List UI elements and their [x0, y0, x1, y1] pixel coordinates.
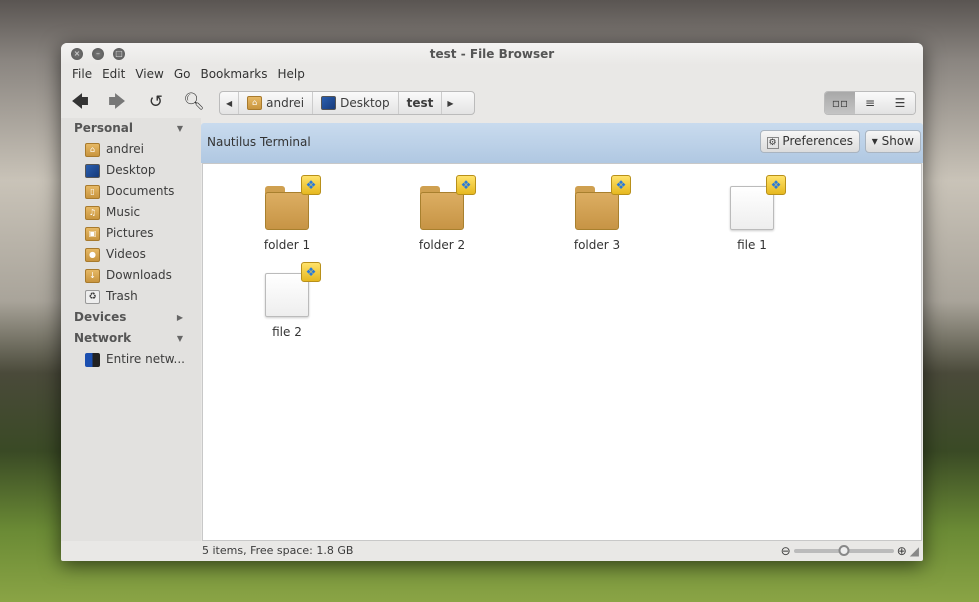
back-icon[interactable]: 🡄 [67, 90, 93, 114]
breadcrumb-desktop[interactable]: Desktop [313, 92, 399, 114]
view-switcher: ▫▫ ≡ ☰ [824, 91, 916, 115]
zoom-in-icon[interactable]: ⊕ [897, 541, 907, 561]
file-browser-window: × – □ test - File Browser File Edit View… [61, 43, 923, 561]
breadcrumb: ◀ ⌂ andrei Desktop test ▶ [219, 91, 475, 115]
zoom-slider-knob[interactable] [838, 545, 850, 556]
dropbox-sync-icon: ❖ [301, 175, 321, 195]
sidebar-item-trash[interactable]: ♻ Trash [61, 286, 201, 307]
status-bar: 5 items, Free space: 1.8 GB ⊖ ⊕ ◢ [201, 541, 923, 561]
preferences-button[interactable]: ⚙ Preferences [759, 130, 860, 153]
videos-folder-icon: ● [85, 247, 100, 262]
dropbox-sync-icon: ❖ [766, 175, 786, 195]
menu-edit[interactable]: Edit [97, 65, 130, 86]
pictures-folder-icon: ▣ [85, 226, 100, 241]
documents-folder-icon: ▯ [85, 184, 100, 199]
icon-view: ❖ folder 1 ❖ folder 2 ❖ folder 3 ❖ file 1 ❖ f… [202, 163, 922, 541]
zoom-control: ⊖ ⊕ ◢ [781, 541, 919, 561]
file-item[interactable]: ❖ file 1 [702, 175, 802, 252]
home-folder-icon: ⌂ [85, 142, 100, 157]
desktop-icon [85, 163, 100, 178]
terminal-label: Nautilus Terminal [207, 135, 311, 149]
sidebar-item-music[interactable]: ♫ Music [61, 202, 201, 223]
breadcrumb-right-arrow-icon[interactable]: ▶ [442, 92, 458, 114]
network-icon [85, 352, 100, 367]
main-pane: Nautilus Terminal ⚙ Preferences ▾ Show ❖… [201, 123, 923, 541]
desktop-icon [321, 96, 337, 110]
folder-item[interactable]: ❖ folder 3 [547, 175, 647, 252]
sidebar: Personal ▼ ⌂ andrei Desktop ▯ Documents ♫ Mu… [61, 118, 201, 541]
show-button[interactable]: ▾ Show [864, 130, 921, 153]
folder-icon [265, 192, 309, 230]
expand-icon[interactable]: ▶ [177, 307, 183, 328]
menu-bar: File Edit View Go Bookmarks Help [61, 65, 923, 86]
dropbox-sync-icon: ❖ [301, 262, 321, 282]
title-bar: × – □ test - File Browser [61, 43, 923, 65]
dropbox-sync-icon: ❖ [456, 175, 476, 195]
icon-view-button[interactable]: ▫▫ [825, 92, 855, 114]
sidebar-section-devices[interactable]: Devices ▶ [61, 307, 201, 328]
sidebar-item-andrei[interactable]: ⌂ andrei [61, 139, 201, 160]
collapse-icon[interactable]: ▼ [177, 328, 183, 349]
menu-file[interactable]: File [67, 65, 97, 86]
folder-icon [575, 192, 619, 230]
sidebar-item-entire-network[interactable]: Entire netw... [61, 349, 201, 370]
home-folder-icon: ⌂ [247, 96, 263, 110]
resize-grip-icon[interactable]: ◢ [910, 541, 919, 561]
folder-item[interactable]: ❖ folder 2 [392, 175, 492, 252]
status-text: 5 items, Free space: 1.8 GB [202, 544, 354, 557]
nautilus-terminal-bar: Nautilus Terminal ⚙ Preferences ▾ Show [201, 123, 923, 163]
downloads-folder-icon: ↓ [85, 268, 100, 283]
collapse-icon[interactable]: ▼ [177, 118, 183, 139]
toolbar: 🡄 🡆 ↺ 🔍︎ ◀ ⌂ andrei Desktop test ▶ ▫▫ ≡ ☰ [61, 86, 923, 118]
window-title: test - File Browser [429, 47, 555, 61]
sidebar-section-personal[interactable]: Personal ▼ [61, 118, 201, 139]
menu-help[interactable]: Help [273, 65, 310, 86]
music-folder-icon: ♫ [85, 205, 100, 220]
sidebar-item-pictures[interactable]: ▣ Pictures [61, 223, 201, 244]
sidebar-item-desktop[interactable]: Desktop [61, 160, 201, 181]
dropbox-sync-icon: ❖ [611, 175, 631, 195]
sidebar-item-documents[interactable]: ▯ Documents [61, 181, 201, 202]
sidebar-section-network[interactable]: Network ▼ [61, 328, 201, 349]
zoom-slider[interactable] [793, 545, 894, 556]
sidebar-item-videos[interactable]: ● Videos [61, 244, 201, 265]
search-icon[interactable]: 🔍︎ [181, 90, 207, 114]
reload-icon[interactable]: ↺ [143, 90, 169, 114]
preferences-icon: ⚙ [766, 137, 779, 149]
menu-view[interactable]: View [130, 65, 168, 86]
menu-bookmarks[interactable]: Bookmarks [195, 65, 272, 86]
folder-item[interactable]: ❖ folder 1 [237, 175, 337, 252]
file-item[interactable]: ❖ file 2 [237, 262, 337, 339]
trash-icon: ♻ [85, 289, 100, 304]
compact-view-button[interactable]: ☰ [885, 92, 915, 114]
menu-go[interactable]: Go [169, 65, 196, 86]
folder-icon [420, 192, 464, 230]
list-view-button[interactable]: ≡ [855, 92, 885, 114]
breadcrumb-left-arrow-icon[interactable]: ◀ [220, 92, 240, 114]
sidebar-item-downloads[interactable]: ↓ Downloads [61, 265, 201, 286]
breadcrumb-test[interactable]: test [399, 92, 443, 114]
breadcrumb-andrei[interactable]: ⌂ andrei [239, 92, 314, 114]
zoom-out-icon[interactable]: ⊖ [781, 541, 791, 561]
forward-icon[interactable]: 🡆 [104, 90, 130, 114]
